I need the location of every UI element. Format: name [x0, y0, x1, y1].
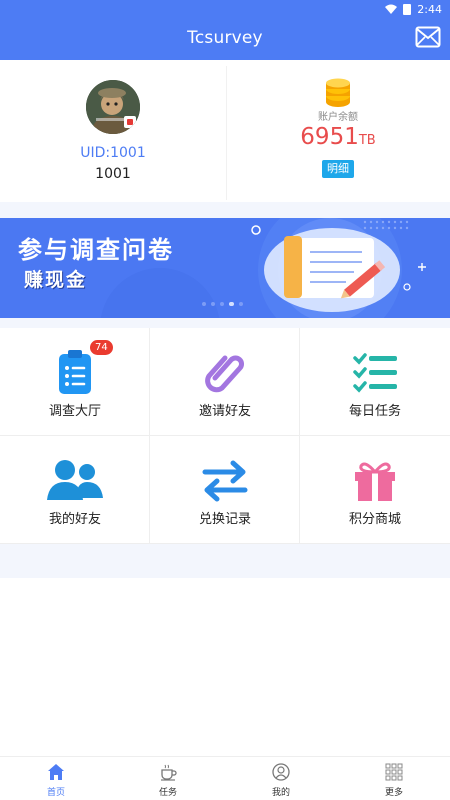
- banner-headline: 参与调查问卷: [18, 236, 174, 264]
- wifi-icon: [385, 4, 398, 14]
- grid-item-daily-tasks[interactable]: 每日任务: [300, 328, 450, 436]
- detail-button[interactable]: 明细: [322, 160, 354, 178]
- clipboard-list-icon: [58, 350, 91, 394]
- tab-home[interactable]: 首页: [0, 757, 112, 800]
- friends-icon: [46, 460, 103, 500]
- banner-subline: 赚现金: [24, 269, 88, 291]
- grid-item-exchange-records[interactable]: 兑换记录: [150, 436, 300, 544]
- promo-banner[interactable]: 参与调查问卷 赚现金: [0, 218, 450, 318]
- carousel-dot-active: [229, 302, 234, 306]
- paperclip-icon: [204, 355, 244, 393]
- exchange-arrows-icon: [202, 460, 247, 502]
- balance-number: 6951: [300, 124, 359, 150]
- status-time: 2:44: [417, 2, 442, 16]
- grid-item-points-mall[interactable]: 积分商城: [300, 436, 450, 544]
- balance-value: 6951TB: [280, 124, 396, 150]
- carousel-dot: [239, 302, 243, 306]
- tab-mine[interactable]: 我的: [225, 757, 337, 800]
- coffee-cup-icon: [161, 764, 177, 781]
- section-gap: [0, 318, 450, 328]
- grid-item-my-friends[interactable]: 我的好友: [0, 436, 150, 544]
- app-bar: Tcsurvey: [0, 18, 450, 60]
- avatar[interactable]: [86, 80, 140, 134]
- document-pencil-illustration: [264, 228, 400, 312]
- grid-item-invite-friends[interactable]: 邀请好友: [150, 328, 300, 436]
- status-bar: 2:44: [0, 0, 450, 18]
- avatar-badge: [124, 116, 136, 128]
- grid-item-survey-hall[interactable]: 74 调查大厅: [0, 328, 150, 436]
- checklist-icon: [353, 353, 397, 393]
- card-divider: [226, 66, 227, 200]
- home-icon: [48, 764, 64, 780]
- section-gap: [0, 202, 450, 218]
- section-gap: [0, 544, 450, 578]
- grid-item-label: 每日任务: [348, 404, 401, 419]
- gift-icon: [355, 462, 395, 501]
- user-id: UID:1001: [80, 145, 146, 161]
- battery-icon: [403, 3, 412, 15]
- mail-icon[interactable]: [415, 26, 441, 48]
- balance-unit: TB: [358, 133, 376, 148]
- tab-label: 更多: [384, 788, 403, 798]
- carousel-dot: [220, 302, 224, 306]
- username: 1001: [95, 166, 131, 182]
- tab-label: 我的: [271, 788, 290, 798]
- tab-label: 首页: [46, 788, 65, 798]
- survey-count-badge: 74: [90, 340, 113, 355]
- bottom-tab-bar: 首页 任务 我的 更多: [0, 756, 450, 800]
- carousel-dot: [202, 302, 206, 306]
- carousel-dot: [211, 302, 215, 306]
- grid-item-label: 我的好友: [48, 512, 101, 527]
- grid-item-label: 积分商城: [348, 512, 401, 527]
- carousel-indicators: [202, 302, 243, 306]
- app-title: Tcsurvey: [187, 28, 263, 48]
- grid-item-label: 兑换记录: [198, 512, 251, 527]
- coins-icon: [326, 78, 350, 107]
- grid-apps-icon: [385, 763, 403, 781]
- user-circle-icon: [272, 763, 290, 781]
- feature-grid: 74 调查大厅 邀请好友 每日任务 我的好友 兑换记录 积分商城: [0, 328, 450, 544]
- grid-item-label: 调查大厅: [48, 404, 101, 419]
- grid-item-label: 邀请好友: [198, 404, 251, 419]
- balance-label: 账户余额: [318, 112, 358, 123]
- tab-tasks[interactable]: 任务: [112, 757, 224, 800]
- tab-label: 任务: [158, 788, 177, 798]
- tab-more[interactable]: 更多: [338, 757, 450, 800]
- profile-card: UID:1001 1001 账户余额 6951TB 明细: [0, 60, 450, 202]
